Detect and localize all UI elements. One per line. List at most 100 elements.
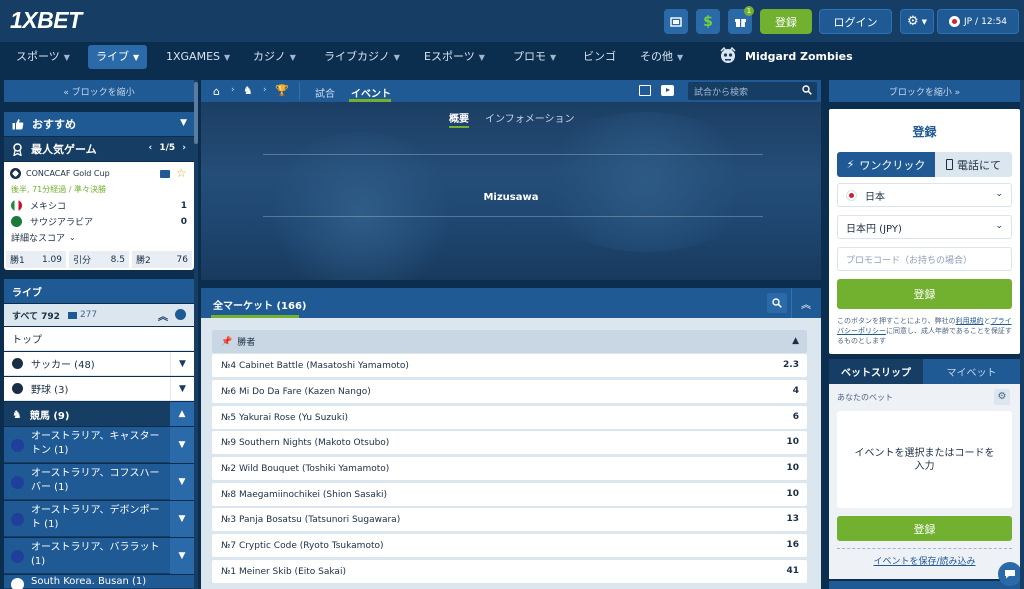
- nav-bingo[interactable]: ビンゴ: [583, 42, 616, 72]
- home-icon[interactable]: ⌂: [213, 85, 220, 98]
- play-icon[interactable]: [661, 85, 674, 96]
- odd-value[interactable]: 13: [786, 508, 799, 531]
- chevron-down-icon[interactable]: ▼: [180, 118, 187, 128]
- market-row[interactable]: №4 Cabinet Battle (Masatoshi Yamamoto) 2.…: [212, 354, 807, 377]
- chevron-down-icon[interactable]: ▼: [170, 352, 194, 376]
- terms-link[interactable]: 利用規約: [956, 317, 984, 325]
- chevron-down-icon[interactable]: ▼: [170, 427, 194, 463]
- nav-sports[interactable]: スポーツ ▼: [16, 42, 70, 72]
- live-top[interactable]: トップ: [4, 327, 194, 351]
- betslip-register-button[interactable]: 登録: [837, 516, 1012, 541]
- market-row[interactable]: №5 Yakurai Rose (Yu Suzuki) 6: [212, 406, 807, 429]
- odd-value[interactable]: 41: [786, 560, 799, 583]
- gift-icon[interactable]: 1: [728, 6, 754, 34]
- register-button[interactable]: 登録: [837, 279, 1012, 309]
- nav-promo[interactable]: プロモ ▼: [513, 42, 556, 72]
- collapse-all-icon[interactable]: ︽: [158, 308, 168, 323]
- globe-icon[interactable]: [175, 309, 186, 320]
- settings-button[interactable]: ⚙ ▼: [900, 9, 934, 34]
- popular-match-card[interactable]: CONCACAF Gold Cup ☆ 後半, 71分経過 / 準々決勝 メキシ…: [4, 162, 194, 270]
- chevron-down-icon[interactable]: ▼: [170, 501, 194, 537]
- chevron-up-icon[interactable]: ▲: [170, 402, 194, 426]
- odd-value[interactable]: 10: [786, 483, 799, 506]
- nav-more[interactable]: その他 ▼: [640, 42, 683, 72]
- market-row[interactable]: №1 Meiner Skib (Eito Sakai) 41: [212, 560, 807, 583]
- deposit-icon[interactable]: $: [696, 9, 720, 34]
- tab-match[interactable]: 試合: [315, 85, 335, 100]
- tab-my-bets[interactable]: マイベット: [923, 359, 1020, 384]
- tab-betslip[interactable]: ベットスリップ: [829, 359, 923, 384]
- save-load-events-link[interactable]: イベントを保存/読み込み: [829, 554, 1020, 567]
- match-search-input[interactable]: 試合から検索: [688, 82, 817, 100]
- horse-icon[interactable]: ♞: [243, 84, 253, 97]
- odd-value[interactable]: 10: [786, 431, 799, 454]
- gear-icon[interactable]: ⚙: [994, 389, 1010, 405]
- language-time-selector[interactable]: JP / 12:54: [937, 9, 1019, 34]
- chevron-right-icon[interactable]: ›: [182, 143, 186, 153]
- market-row[interactable]: №9 Southern Nights (Makoto Otsubo) 10: [212, 431, 807, 454]
- one-click-tab[interactable]: ⚡ ワンクリック: [837, 152, 935, 177]
- nav-promo-game[interactable]: Midgard Zombies: [718, 42, 853, 72]
- currency-select[interactable]: 日本円 (JPY) ⌄: [837, 215, 1012, 239]
- odd-button-draw[interactable]: 引分 8.5: [69, 251, 129, 268]
- chevron-left-icon[interactable]: ‹: [148, 143, 152, 153]
- pin-icon[interactable]: 📌: [221, 337, 232, 347]
- header-login-button[interactable]: ログイン: [819, 9, 892, 34]
- search-icon[interactable]: [802, 85, 812, 95]
- market-row[interactable]: №7 Cryptic Code (Ryoto Tsukamoto) 16: [212, 534, 807, 557]
- live-sport-baseball[interactable]: 野球 (3) ▼: [4, 377, 194, 401]
- odd-value[interactable]: 4: [793, 380, 799, 403]
- racing-event-item[interactable]: オーストラリア、コフスハーバー (1) ▼: [4, 464, 194, 500]
- fullscreen-icon[interactable]: [664, 9, 688, 34]
- video-icon[interactable]: [160, 170, 170, 178]
- nav-casino[interactable]: カジノ ▼: [253, 42, 296, 72]
- odd-value[interactable]: 6: [793, 406, 799, 429]
- trophy-icon[interactable]: 🏆: [275, 84, 289, 97]
- promo-code-input[interactable]: プロモコード（お持ちの場合）: [837, 247, 1012, 271]
- racing-event-item[interactable]: オーストラリア、キャスタートン (1) ▼: [4, 427, 194, 463]
- header-register-button[interactable]: 登録: [760, 9, 812, 34]
- market-row[interactable]: №8 Maegamiinochikei (Shion Sasaki) 10: [212, 483, 807, 506]
- star-icon[interactable]: ☆: [176, 166, 187, 180]
- odd-button-2[interactable]: 勝2 76: [132, 251, 192, 268]
- phone-tab[interactable]: 電話にて: [935, 152, 1012, 177]
- market-group-header[interactable]: 📌 勝者 ▲: [212, 330, 807, 353]
- collapse-all-icon[interactable]: ︽: [801, 296, 811, 311]
- nav-1xgames[interactable]: 1XGAMES ▼: [166, 42, 230, 72]
- chat-support-icon[interactable]: [998, 562, 1022, 586]
- racing-event-item[interactable]: South Korea. Busan (1): [4, 575, 194, 589]
- odd-value[interactable]: 2.3: [783, 354, 799, 377]
- left-scrollbar[interactable]: [194, 80, 198, 589]
- search-icon[interactable]: [767, 293, 787, 313]
- banner-tab-info[interactable]: インフォメーション: [485, 110, 575, 125]
- nav-live-casino[interactable]: ライブカジノ ▼: [324, 42, 400, 72]
- racing-event-item[interactable]: オーストラリア、デボンポート (1) ▼: [4, 501, 194, 537]
- odd-value[interactable]: 10: [786, 457, 799, 480]
- chevron-down-icon[interactable]: ▼: [170, 538, 194, 574]
- live-all-filter[interactable]: すべて 792 277 ︽: [4, 304, 194, 326]
- tablet-icon[interactable]: [639, 85, 651, 96]
- market-row[interactable]: №6 Mi Do Da Fare (Kazen Nango) 4: [212, 380, 807, 403]
- country-select[interactable]: 日本 ⌄: [837, 183, 1012, 207]
- odd-button-1[interactable]: 勝1 1.09: [6, 251, 66, 268]
- chevron-up-icon[interactable]: ▲: [792, 336, 799, 346]
- left-collapse-button[interactable]: « ブロックを縮小: [4, 80, 194, 102]
- nav-esports[interactable]: Eスポーツ ▼: [424, 42, 485, 72]
- markets-title[interactable]: 全マーケット (166): [213, 297, 307, 312]
- chevron-down-icon[interactable]: ▼: [170, 377, 194, 401]
- right-collapse-button[interactable]: ブロックを縮小 »: [829, 80, 1020, 102]
- odd-value[interactable]: 16: [786, 534, 799, 557]
- market-row[interactable]: №2 Wild Bouquet (Toshiki Yamamoto) 10: [212, 457, 807, 480]
- banner-tab-overview[interactable]: 概要: [449, 110, 469, 125]
- right-scrollbar[interactable]: [1020, 80, 1024, 589]
- market-row[interactable]: №3 Panja Bosatsu (Tatsunori Sugawara) 13: [212, 508, 807, 531]
- live-sport-soccer[interactable]: サッカー (48) ▼: [4, 352, 194, 376]
- recommended-header[interactable]: おすすめ ▼: [4, 112, 194, 136]
- racing-event-item[interactable]: オーストラリア、バララット (1) ▼: [4, 538, 194, 574]
- site-logo[interactable]: 1XBET: [10, 7, 82, 34]
- tab-event[interactable]: イベント: [351, 85, 391, 100]
- detailed-score-link[interactable]: 詳細なスコア ⌄: [11, 231, 76, 244]
- popular-pager[interactable]: ‹ 1/5 ›: [148, 143, 186, 153]
- live-sport-horse-racing[interactable]: ♞ 競馬 (9) ▲: [4, 402, 194, 426]
- nav-live[interactable]: ライブ ▼: [88, 45, 148, 69]
